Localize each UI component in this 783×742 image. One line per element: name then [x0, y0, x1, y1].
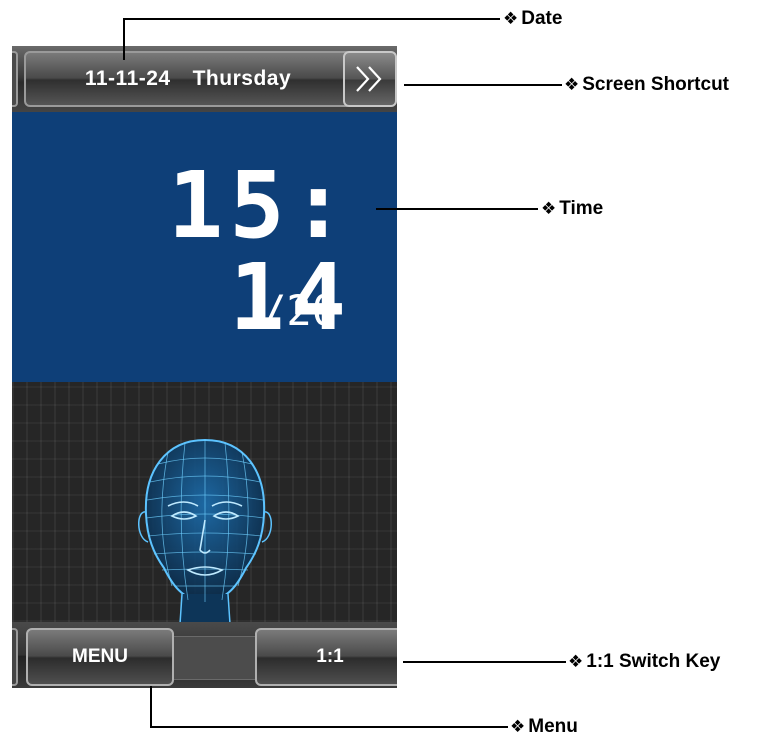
menu-button[interactable]: MENU [26, 628, 174, 686]
screen-shortcut-button[interactable] [343, 51, 397, 107]
bullet-icon: ❖ [568, 652, 584, 672]
face-recognition-area [12, 382, 397, 625]
date-leader-horizontal [123, 18, 500, 20]
bullet-icon: ❖ [510, 717, 526, 737]
time-callout: ❖ Time [541, 198, 603, 220]
top-bar: 11-11-24 Thursday [12, 46, 397, 112]
bullet-icon: ❖ [503, 9, 519, 29]
time-callout-text: Time [559, 198, 604, 219]
screen-shortcut-callout-text: Screen Shortcut [582, 74, 730, 95]
date-callout-text: Date [521, 8, 563, 29]
switch-key-callout: ❖ 1:1 Switch Key [568, 651, 720, 673]
bottom-center-spacer [174, 636, 255, 680]
switch-key-leader [403, 661, 566, 663]
menu-callout-text: Menu [528, 716, 578, 737]
bullet-icon: ❖ [564, 75, 580, 95]
device-screen: 11-11-24 Thursday 15: 14 /20 MENU 1:1 [12, 46, 397, 688]
bullet-icon: ❖ [541, 199, 557, 219]
double-chevron-right-icon [356, 66, 382, 92]
date-display: 11-11-24 Thursday [24, 51, 352, 107]
date-leader-vertical [123, 18, 125, 60]
bottom-left-edge [12, 628, 18, 686]
face-wireframe-icon [130, 434, 280, 625]
date-value: 11-11-24 [84, 67, 171, 90]
switch-key-callout-text: 1:1 Switch Key [586, 651, 721, 672]
weekday-value: Thursday [192, 67, 292, 90]
menu-callout: ❖ Menu [510, 716, 578, 738]
bottom-bar: MENU 1:1 [12, 622, 397, 688]
date-callout: ❖ Date [503, 8, 562, 30]
time-leader [376, 208, 538, 210]
shortcut-leader [404, 84, 562, 86]
seconds-display: /20 [261, 286, 337, 335]
switch-key-button[interactable]: 1:1 [255, 628, 397, 686]
screen-shortcut-callout: ❖ Screen Shortcut [564, 74, 729, 96]
menu-leader-vertical [150, 686, 152, 728]
menu-leader-horizontal [150, 726, 508, 728]
clock-panel: 15: 14 /20 [12, 112, 397, 382]
top-left-edge [12, 51, 18, 107]
